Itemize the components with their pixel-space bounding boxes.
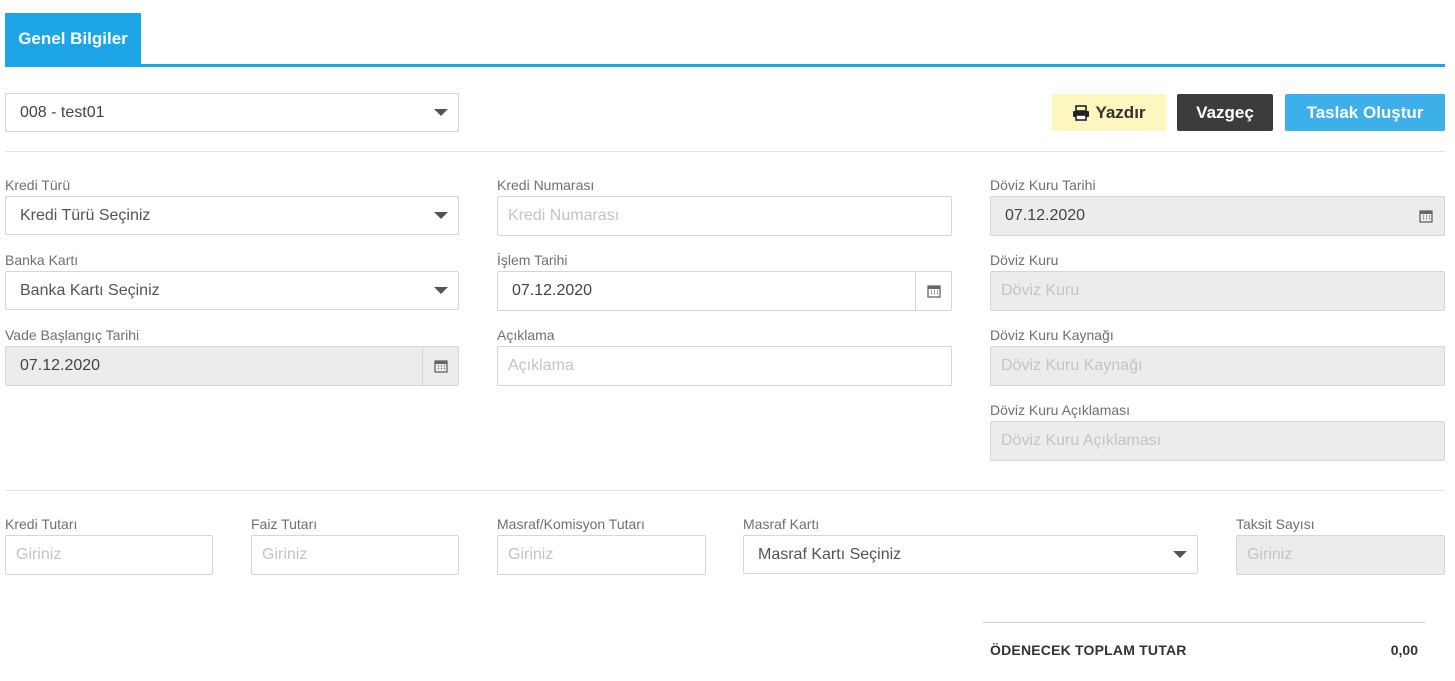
- aciklama-label: Açıklama: [497, 327, 555, 343]
- vade-baslangic-value: 07.12.2020: [20, 357, 101, 374]
- islem-tarihi-label: İşlem Tarihi: [497, 252, 568, 268]
- kredi-turu-select[interactable]: Kredi Türü Seçiniz: [5, 196, 459, 235]
- total-value: 0,00: [1390, 642, 1418, 658]
- faiz-tutari-placeholder: Giriniz: [262, 546, 308, 563]
- masraf-komisyon-input[interactable]: Giriniz: [497, 535, 706, 575]
- doviz-kuru-field: Döviz Kuru: [990, 271, 1445, 311]
- masraf-karti-select[interactable]: Masraf Kartı Seçiniz: [743, 535, 1198, 574]
- calendar-icon: [1419, 210, 1433, 223]
- kredi-tutari-label: Kredi Tutarı: [5, 516, 78, 532]
- islem-tarihi-value: 07.12.2020: [512, 282, 593, 299]
- masraf-karti-placeholder: Masraf Kartı Seçiniz: [758, 545, 902, 563]
- taksit-sayisi-label: Taksit Sayısı: [1236, 516, 1315, 532]
- cancel-button[interactable]: Vazgeç: [1177, 94, 1273, 131]
- doviz-kuru-aciklamasi-field: Döviz Kuru Açıklaması: [990, 421, 1445, 461]
- caret-down-icon: [434, 212, 448, 219]
- faiz-tutari-label: Faiz Tutarı: [251, 516, 318, 532]
- caret-down-icon: [434, 109, 448, 116]
- record-select-value: 008 - test01: [20, 103, 105, 121]
- calendar-button: [1408, 197, 1444, 235]
- section-divider: [5, 151, 1445, 152]
- doviz-kuru-kaynagi-label: Döviz Kuru Kaynağı: [990, 327, 1114, 343]
- calendar-icon: [433, 360, 448, 373]
- doviz-kuru-kaynagi-placeholder: Döviz Kuru Kaynağı: [1001, 357, 1143, 374]
- masraf-karti-label: Masraf Kartı: [743, 516, 820, 532]
- doviz-kuru-tarihi-value: 07.12.2020: [1005, 207, 1086, 224]
- printer-icon: [1073, 104, 1090, 121]
- doviz-kuru-tarihi-label: Döviz Kuru Tarihi: [990, 177, 1096, 193]
- caret-down-icon: [1173, 551, 1187, 558]
- aciklama-placeholder: Açıklama: [508, 357, 574, 374]
- doviz-kuru-placeholder: Döviz Kuru: [1001, 282, 1080, 299]
- section-divider: [5, 490, 1445, 491]
- banka-karti-label: Banka Kartı: [5, 252, 79, 268]
- kredi-numarasi-placeholder: Kredi Numarası: [508, 207, 620, 224]
- kredi-turu-placeholder: Kredi Türü Seçiniz: [20, 206, 151, 224]
- tab-genel-bilgiler[interactable]: Genel Bilgiler: [5, 13, 141, 64]
- islem-tarihi-input[interactable]: 07.12.2020: [497, 271, 952, 311]
- print-button-label: Yazdır: [1095, 102, 1146, 122]
- aciklama-input[interactable]: Açıklama: [497, 346, 952, 386]
- kredi-tutari-input[interactable]: Giriniz: [5, 535, 213, 575]
- record-select[interactable]: 008 - test01: [5, 93, 459, 132]
- kredi-tutari-placeholder: Giriniz: [16, 546, 62, 563]
- kredi-numarasi-input[interactable]: Kredi Numarası: [497, 196, 952, 236]
- calendar-button: [422, 347, 458, 385]
- doviz-kuru-aciklamasi-placeholder: Döviz Kuru Açıklaması: [1001, 432, 1162, 449]
- total-label: ÖDENECEK TOPLAM TUTAR: [990, 642, 1187, 658]
- create-draft-button[interactable]: Taslak Oluştur: [1285, 94, 1445, 131]
- masraf-komisyon-placeholder: Giriniz: [508, 546, 554, 563]
- banka-karti-placeholder: Banka Kartı Seçiniz: [20, 281, 160, 299]
- faiz-tutari-input[interactable]: Giriniz: [251, 535, 459, 575]
- kredi-turu-label: Kredi Türü: [5, 177, 71, 193]
- doviz-kuru-kaynagi-field: Döviz Kuru Kaynağı: [990, 346, 1445, 386]
- calendar-button[interactable]: [915, 272, 951, 310]
- doviz-kuru-label: Döviz Kuru: [990, 252, 1059, 268]
- vade-baslangic-field: 07.12.2020: [5, 346, 459, 386]
- taksit-sayisi-placeholder: Giriniz: [1247, 546, 1293, 563]
- vade-baslangic-label: Vade Başlangıç Tarihi: [5, 327, 140, 343]
- doviz-kuru-tarihi-field: 07.12.2020: [990, 196, 1445, 236]
- total-divider: [983, 622, 1425, 623]
- print-button[interactable]: Yazdır: [1052, 94, 1166, 131]
- taksit-sayisi-field: Giriniz: [1236, 535, 1445, 575]
- doviz-kuru-aciklamasi-label: Döviz Kuru Açıklaması: [990, 402, 1131, 418]
- calendar-icon: [926, 285, 941, 298]
- caret-down-icon: [434, 287, 448, 294]
- masraf-komisyon-label: Masraf/Komisyon Tutarı: [497, 516, 645, 532]
- banka-karti-select[interactable]: Banka Kartı Seçiniz: [5, 271, 459, 310]
- kredi-numarasi-label: Kredi Numarası: [497, 177, 595, 193]
- tab-bar: Genel Bilgiler: [5, 13, 1445, 67]
